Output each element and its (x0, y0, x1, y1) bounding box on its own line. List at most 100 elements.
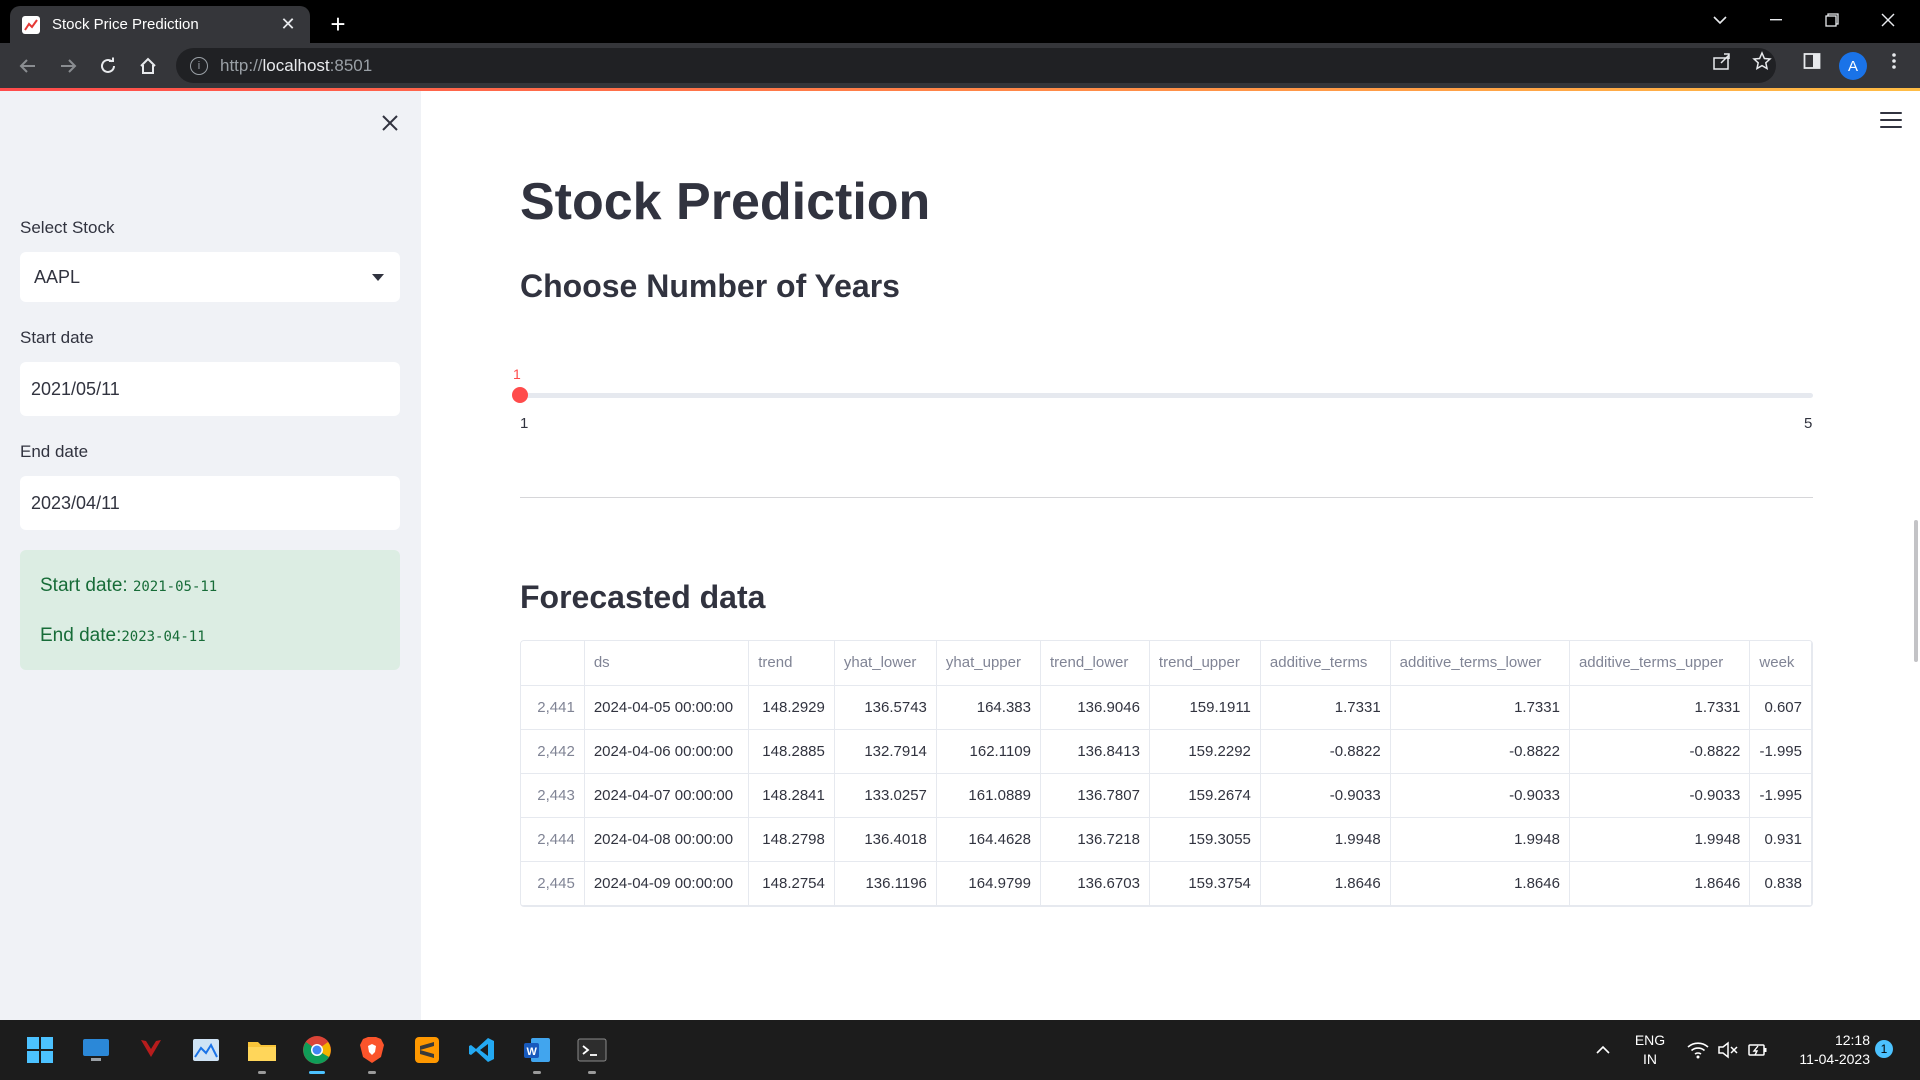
photos-icon[interactable] (188, 1032, 224, 1068)
file-explorer-icon[interactable] (244, 1032, 280, 1074)
table-cell[interactable]: 159.3754 (1149, 861, 1261, 906)
table-cell[interactable]: 1.7331 (1390, 685, 1570, 730)
back-arrow-icon[interactable] (12, 50, 44, 82)
reload-icon[interactable] (92, 50, 124, 82)
table-cell[interactable]: 2024-04-08 00:00:00 (584, 817, 750, 862)
clock[interactable]: 12:18 11-04-2023 (1780, 1031, 1870, 1069)
table-cell[interactable]: 136.1196 (834, 861, 937, 906)
end-date-input[interactable]: 2023/04/11 (20, 476, 400, 530)
table-cell[interactable]: 159.3055 (1149, 817, 1261, 862)
tab-close-icon[interactable]: ✕ (278, 14, 298, 35)
years-slider-track[interactable] (520, 393, 1813, 398)
table-cell[interactable]: 136.7218 (1040, 817, 1150, 862)
table-header-cell[interactable]: trend_upper (1149, 641, 1261, 686)
restore-button[interactable] (1804, 0, 1860, 40)
language-indicator[interactable]: ENG IN (1630, 1031, 1670, 1069)
table-cell[interactable]: 1.9948 (1569, 817, 1751, 862)
main-menu-icon[interactable] (1880, 112, 1902, 128)
table-cell[interactable]: 164.383 (936, 685, 1041, 730)
table-cell[interactable]: 136.5743 (834, 685, 937, 730)
table-header-cell[interactable]: additive_terms_upper (1569, 641, 1751, 686)
battery-charging-icon[interactable] (1738, 1032, 1778, 1068)
table-cell[interactable]: 148.2885 (748, 729, 835, 774)
table-header-cell[interactable]: week (1749, 641, 1812, 686)
table-cell[interactable]: 1.8646 (1260, 861, 1391, 906)
minimize-button[interactable] (1748, 0, 1804, 40)
terminal-icon[interactable] (574, 1032, 610, 1074)
site-info-icon[interactable]: i (190, 56, 208, 75)
sublime-text-icon[interactable] (409, 1032, 445, 1068)
predator-sense-icon[interactable] (133, 1032, 169, 1068)
table-cell[interactable]: -0.8822 (1390, 729, 1570, 774)
brave-icon[interactable] (354, 1032, 390, 1074)
table-cell[interactable]: 1.8646 (1390, 861, 1570, 906)
table-cell[interactable]: 159.2292 (1149, 729, 1261, 774)
table-header-cell[interactable]: yhat_lower (834, 641, 937, 686)
table-cell[interactable]: 1.7331 (1260, 685, 1391, 730)
table-cell[interactable]: 0.607 (1749, 685, 1812, 730)
table-cell[interactable]: 136.9046 (1040, 685, 1150, 730)
start-date-input[interactable]: 2021/05/11 (20, 362, 400, 416)
table-cell[interactable]: 148.2754 (748, 861, 835, 906)
new-tab-button[interactable]: + (322, 8, 354, 40)
tab-search-chevron-icon[interactable] (1692, 0, 1748, 40)
close-window-button[interactable] (1860, 0, 1916, 40)
table-cell[interactable]: 0.838 (1749, 861, 1812, 906)
table-cell[interactable]: 0.931 (1749, 817, 1812, 862)
show-hidden-icons-chevron-icon[interactable] (1585, 1032, 1621, 1068)
desktop-icon[interactable] (78, 1032, 114, 1068)
table-cell[interactable]: -0.9033 (1569, 773, 1751, 818)
browser-tab[interactable]: Stock Price Prediction ✕ (10, 6, 310, 43)
table-cell[interactable]: -1.995 (1749, 773, 1812, 818)
table-cell[interactable]: 159.1911 (1149, 685, 1261, 730)
home-icon[interactable] (132, 50, 164, 82)
table-header-cell[interactable]: trend (748, 641, 835, 686)
select-stock-dropdown[interactable]: AAPL (20, 252, 400, 302)
table-cell[interactable]: 148.2841 (748, 773, 835, 818)
table-cell[interactable]: 2024-04-06 00:00:00 (584, 729, 750, 774)
table-cell[interactable]: 2024-04-09 00:00:00 (584, 861, 750, 906)
table-cell[interactable]: 162.1109 (936, 729, 1041, 774)
forward-arrow-icon[interactable] (52, 50, 84, 82)
table-cell[interactable]: 164.4628 (936, 817, 1041, 862)
table-header-cell[interactable]: ds (584, 641, 750, 686)
table-header-cell[interactable]: additive_terms_lower (1390, 641, 1570, 686)
table-cell[interactable]: -0.9033 (1260, 773, 1391, 818)
chrome-icon[interactable] (299, 1032, 335, 1074)
table-cell[interactable]: 136.7807 (1040, 773, 1150, 818)
table-cell[interactable]: 1.8646 (1569, 861, 1751, 906)
row-index-cell[interactable]: 2,441 (521, 685, 585, 730)
table-cell[interactable]: 132.7914 (834, 729, 937, 774)
table-cell[interactable]: 136.6703 (1040, 861, 1150, 906)
table-cell[interactable]: 1.9948 (1260, 817, 1391, 862)
word-icon[interactable]: W (519, 1032, 555, 1074)
table-cell[interactable]: -0.9033 (1390, 773, 1570, 818)
address-bar[interactable]: i http://localhost:8501 (176, 48, 1776, 83)
table-cell[interactable]: -0.8822 (1260, 729, 1391, 774)
table-cell[interactable]: 136.8413 (1040, 729, 1150, 774)
bookmark-star-icon[interactable] (1750, 49, 1774, 73)
table-header-cell[interactable]: trend_lower (1040, 641, 1150, 686)
table-cell[interactable]: 161.0889 (936, 773, 1041, 818)
table-cell[interactable]: 136.4018 (834, 817, 937, 862)
table-cell[interactable]: 164.9799 (936, 861, 1041, 906)
sidebar-close-icon[interactable] (376, 109, 404, 137)
row-index-cell[interactable]: 2,444 (521, 817, 585, 862)
table-cell[interactable]: 148.2798 (748, 817, 835, 862)
table-cell[interactable]: 159.2674 (1149, 773, 1261, 818)
row-index-cell[interactable]: 2,443 (521, 773, 585, 818)
share-icon[interactable] (1710, 49, 1734, 73)
windows-start-icon[interactable] (22, 1032, 58, 1068)
table-header-cell[interactable]: additive_terms (1260, 641, 1391, 686)
row-index-cell[interactable]: 2,445 (521, 861, 585, 906)
table-cell[interactable]: -1.995 (1749, 729, 1812, 774)
table-cell[interactable]: 148.2929 (748, 685, 835, 730)
table-cell[interactable]: 1.9948 (1390, 817, 1570, 862)
forecast-table[interactable]: ds trend yhat_lower yhat_upper trend_lower tr… (520, 640, 1813, 907)
table-cell[interactable]: 2024-04-05 00:00:00 (584, 685, 750, 730)
row-index-cell[interactable]: 2,442 (521, 729, 585, 774)
side-panel-icon[interactable] (1800, 49, 1824, 73)
more-menu-icon[interactable] (1882, 49, 1906, 73)
vscode-icon[interactable] (464, 1032, 500, 1068)
profile-avatar[interactable]: A (1839, 52, 1867, 80)
